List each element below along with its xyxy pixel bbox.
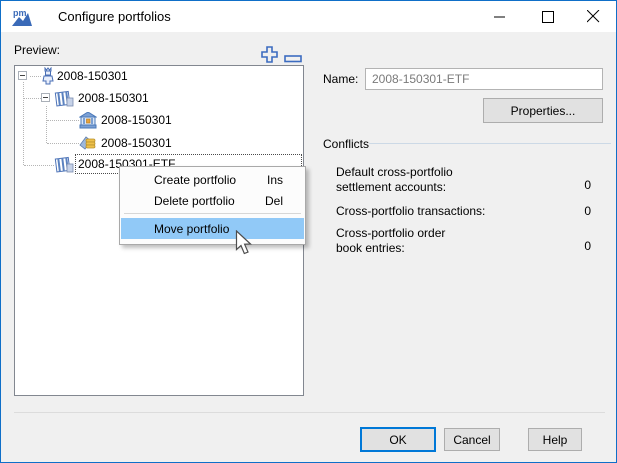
tree-context-menu: Create portfolio Ins Delete portfolio De… [119, 166, 306, 245]
configure-portfolios-dialog: pm Configure portfolios Preview: [0, 0, 617, 463]
conflict-label-orderbook: Cross-portfolio order book entries: [336, 226, 526, 256]
tree-expander[interactable] [18, 71, 27, 80]
menu-item-delete-portfolio[interactable]: Delete portfolio Del [121, 190, 304, 211]
close-button[interactable] [576, 1, 610, 32]
menu-item-label: Delete portfolio [154, 194, 235, 208]
footer-separator [14, 412, 605, 413]
ok-button[interactable]: OK [360, 427, 436, 452]
name-input[interactable] [365, 68, 603, 90]
tree-connector [47, 120, 79, 121]
portfolio-icon [54, 156, 74, 173]
cancel-button[interactable]: Cancel [444, 428, 500, 451]
plus-icon [261, 46, 278, 63]
menu-separator [124, 213, 301, 214]
menu-item-label: Move portfolio [154, 222, 229, 236]
menu-item-move-portfolio[interactable]: Move portfolio [121, 218, 304, 239]
conflict-value-orderbook: 0 [541, 239, 591, 253]
tree-item-portfolio[interactable]: 2008-150301 [78, 91, 149, 105]
close-icon [587, 10, 600, 23]
app-logo-icon: pm [11, 7, 33, 27]
tree-expander[interactable] [41, 93, 50, 102]
conflict-value-settlement: 0 [541, 178, 591, 192]
preview-label: Preview: [14, 43, 60, 57]
properties-button[interactable]: Properties... [483, 98, 603, 123]
minimize-button[interactable] [483, 1, 517, 32]
tree-item-securities[interactable]: 2008-150301 [101, 136, 172, 150]
window-title: Configure portfolios [58, 9, 171, 24]
portfolio-icon [54, 90, 74, 107]
tree-connector [23, 82, 24, 165]
conflicts-separator [369, 143, 611, 144]
securities-icon [79, 135, 97, 151]
maximize-icon [542, 11, 554, 23]
investor-icon [42, 67, 54, 85]
account-icon [79, 112, 97, 129]
tree-connector [30, 76, 41, 77]
minus-icon [284, 55, 302, 63]
menu-item-label: Create portfolio [154, 173, 236, 187]
mouse-cursor-icon [235, 230, 253, 256]
tree-connector [24, 98, 41, 99]
tree-item-account[interactable]: 2008-150301 [101, 113, 172, 127]
menu-item-create-portfolio[interactable]: Create portfolio Ins [121, 169, 304, 190]
tree-connector [24, 165, 54, 166]
conflict-label-settlement: Default cross-portfolio settlement accou… [336, 165, 526, 195]
menu-item-shortcut: Ins [267, 173, 283, 187]
tree-connector [47, 143, 79, 144]
minimize-icon [494, 11, 506, 23]
expand-all-button[interactable] [261, 46, 278, 66]
menu-item-shortcut: Del [265, 194, 283, 208]
name-label: Name: [323, 72, 358, 86]
collapse-all-button[interactable] [284, 51, 302, 66]
conflicts-title: Conflicts [323, 137, 369, 151]
svg-text:pm: pm [13, 8, 27, 18]
help-button[interactable]: Help [528, 428, 582, 451]
titlebar[interactable]: pm Configure portfolios [1, 1, 616, 32]
tree-item-investor[interactable]: 2008-150301 [57, 69, 128, 83]
tree-connector [46, 106, 47, 143]
conflict-value-transactions: 0 [541, 204, 591, 218]
maximize-button[interactable] [531, 1, 565, 32]
conflict-label-transactions: Cross-portfolio transactions: [336, 204, 526, 219]
